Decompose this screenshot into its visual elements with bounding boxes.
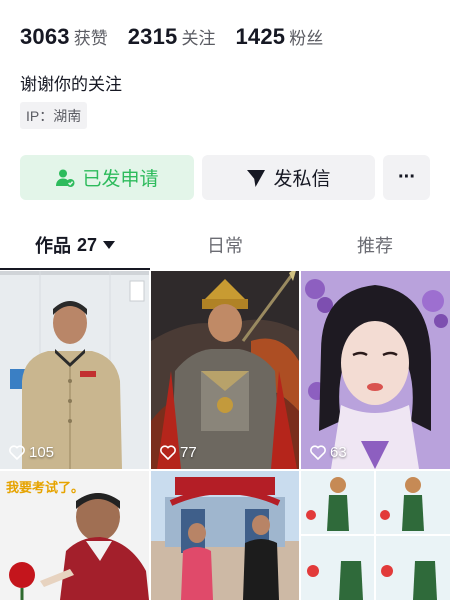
fans-count: 1425	[235, 24, 286, 49]
video-thumbnail[interactable]: 77	[151, 271, 299, 469]
video-thumbnail[interactable]: 我要考试了。	[0, 471, 149, 600]
like-count: 63	[330, 444, 347, 461]
thumbnail-image	[301, 271, 450, 469]
send-message-label: 发私信	[273, 169, 331, 190]
like-count-overlay: 105	[9, 444, 54, 461]
heart-outline-icon	[9, 445, 25, 460]
tab-works[interactable]: 作品 27	[0, 222, 150, 268]
more-dots-icon: ···	[398, 166, 416, 188]
ip-location-tag: IP：湖南	[20, 102, 88, 129]
send-icon	[246, 168, 266, 188]
caret-down-icon[interactable]	[103, 241, 116, 249]
friend-request-sent-label: 已发申请	[82, 169, 159, 190]
user-check-icon	[55, 168, 75, 188]
profile-bio: 谢谢你的关注	[20, 75, 122, 94]
video-thumbnail[interactable]: 105	[0, 271, 149, 469]
following-label: 关注	[181, 29, 216, 48]
like-count: 105	[29, 444, 55, 461]
video-thumbnail[interactable]: 63	[301, 271, 450, 469]
thumbnail-image	[301, 471, 450, 600]
heart-outline-icon	[310, 445, 326, 460]
tab-daily-label: 日常	[207, 236, 243, 256]
profile-actions: 已发申请 发私信 ···	[20, 155, 430, 200]
following-count: 2315	[127, 24, 178, 49]
friend-request-sent-button[interactable]: 已发申请	[20, 155, 194, 200]
likes-count: 3063	[20, 24, 70, 49]
video-caption-overlay: 我要考试了。	[6, 480, 85, 495]
video-thumbnail[interactable]	[151, 471, 299, 600]
more-options-button[interactable]: ···	[383, 155, 430, 200]
profile-page: 3063 获赞 2315 关注 1425 粉丝 谢谢你的关注 IP：湖南 已发申…	[0, 0, 450, 600]
send-message-button[interactable]: 发私信	[202, 155, 375, 200]
tab-recommend[interactable]: 推荐	[300, 222, 450, 268]
tab-works-label: 作品	[34, 236, 71, 256]
tab-recommend-label: 推荐	[357, 236, 393, 256]
profile-stats: 3063 获赞 2315 关注 1425 粉丝	[20, 24, 323, 50]
likes-label: 获赞	[73, 29, 108, 48]
profile-tabs: 作品 27 日常 推荐	[0, 222, 450, 270]
works-grid: 105 77 63 我要考试了。	[0, 271, 450, 600]
tab-daily[interactable]: 日常	[150, 222, 300, 268]
fans-stat[interactable]: 1425 粉丝	[236, 24, 324, 50]
thumbnail-image	[151, 271, 299, 469]
like-count: 77	[180, 444, 197, 461]
heart-outline-icon	[160, 445, 176, 460]
like-count-overlay: 77	[160, 444, 197, 461]
tab-works-count: 27	[76, 234, 98, 255]
thumbnail-image	[0, 271, 149, 469]
thumbnail-image	[151, 471, 299, 600]
like-count-overlay: 63	[310, 444, 347, 461]
video-thumbnail[interactable]	[301, 471, 450, 600]
fans-label: 粉丝	[289, 29, 324, 48]
following-stat[interactable]: 2315 关注	[128, 24, 216, 50]
likes-stat[interactable]: 3063 获赞	[20, 24, 108, 50]
active-tab-indicator	[0, 268, 150, 270]
